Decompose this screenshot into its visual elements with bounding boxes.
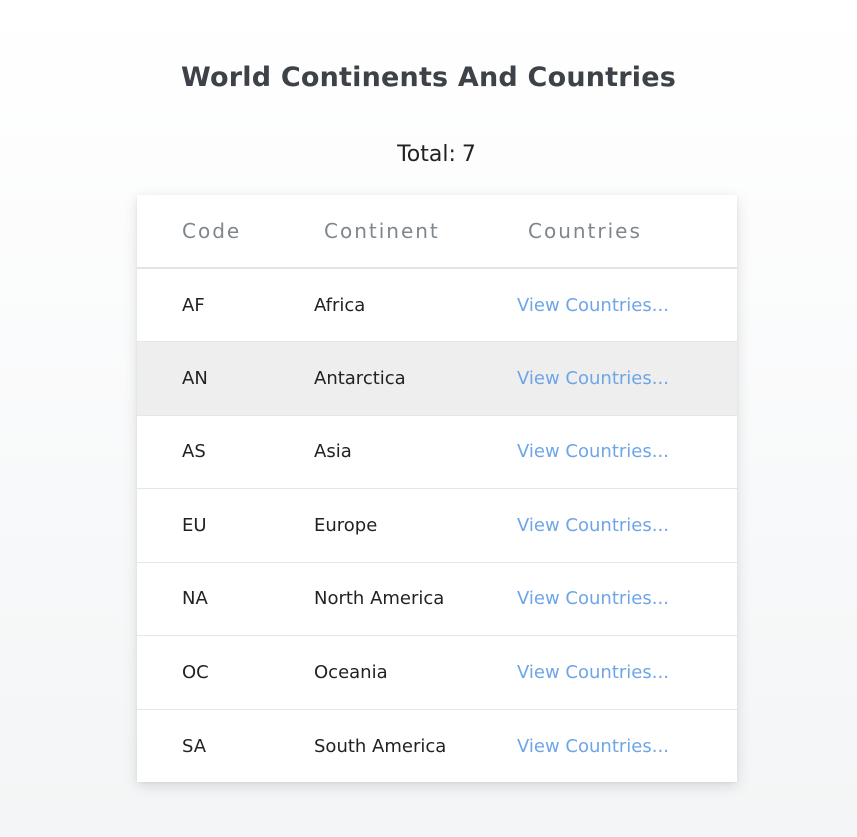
row-code: AS: [137, 415, 314, 489]
total-count: Total: 7: [0, 142, 857, 167]
table-header-row: Code Continent Countries: [137, 195, 737, 269]
table-row: NA North America View Countries...: [137, 562, 737, 636]
total-label: Total:: [397, 142, 456, 167]
view-countries-link[interactable]: View Countries...: [517, 662, 669, 683]
header-countries: Countries: [517, 195, 737, 269]
row-continent: North America: [314, 562, 517, 636]
row-code: SA: [182, 735, 207, 757]
view-countries-link[interactable]: View Countries...: [517, 368, 669, 389]
table-row: EU Europe View Countries...: [137, 488, 737, 563]
page-title: World Continents And Countries: [180, 62, 677, 93]
row-continent: Antarctica: [314, 341, 517, 416]
table-row: OC Oceania View Countries...: [137, 635, 737, 710]
table-row: SA South America View Countries...: [137, 709, 737, 783]
table-row: AN Antarctica View Countries...: [137, 341, 737, 416]
view-countries-link[interactable]: View Countries...: [517, 295, 669, 316]
continents-table-card: Code Continent Countries AF Africa View …: [137, 195, 737, 782]
view-countries-link[interactable]: View Countries...: [517, 515, 669, 536]
view-countries-link[interactable]: View Countries...: [517, 736, 669, 757]
row-continent: Africa: [314, 268, 517, 342]
row-continent: Oceania: [314, 635, 517, 710]
row-code: NA: [137, 562, 314, 636]
table-row: AS Asia View Countries...: [137, 415, 737, 489]
row-continent: South America: [314, 735, 447, 757]
table-row: AF Africa View Countries...: [137, 268, 737, 342]
continents-table: Code Continent Countries AF Africa View …: [137, 195, 737, 783]
header-code: Code: [137, 195, 314, 269]
view-countries-link[interactable]: View Countries...: [517, 588, 669, 609]
row-code: AN: [137, 341, 314, 416]
view-countries-link[interactable]: View Countries...: [517, 441, 669, 462]
row-continent: Asia: [314, 415, 517, 489]
row-code: OC: [137, 635, 314, 710]
row-code: AF: [137, 268, 314, 342]
total-value: 7: [461, 142, 476, 167]
row-continent: Europe: [314, 488, 517, 563]
header-continent: Continent: [314, 195, 517, 269]
row-code: EU: [137, 488, 314, 563]
